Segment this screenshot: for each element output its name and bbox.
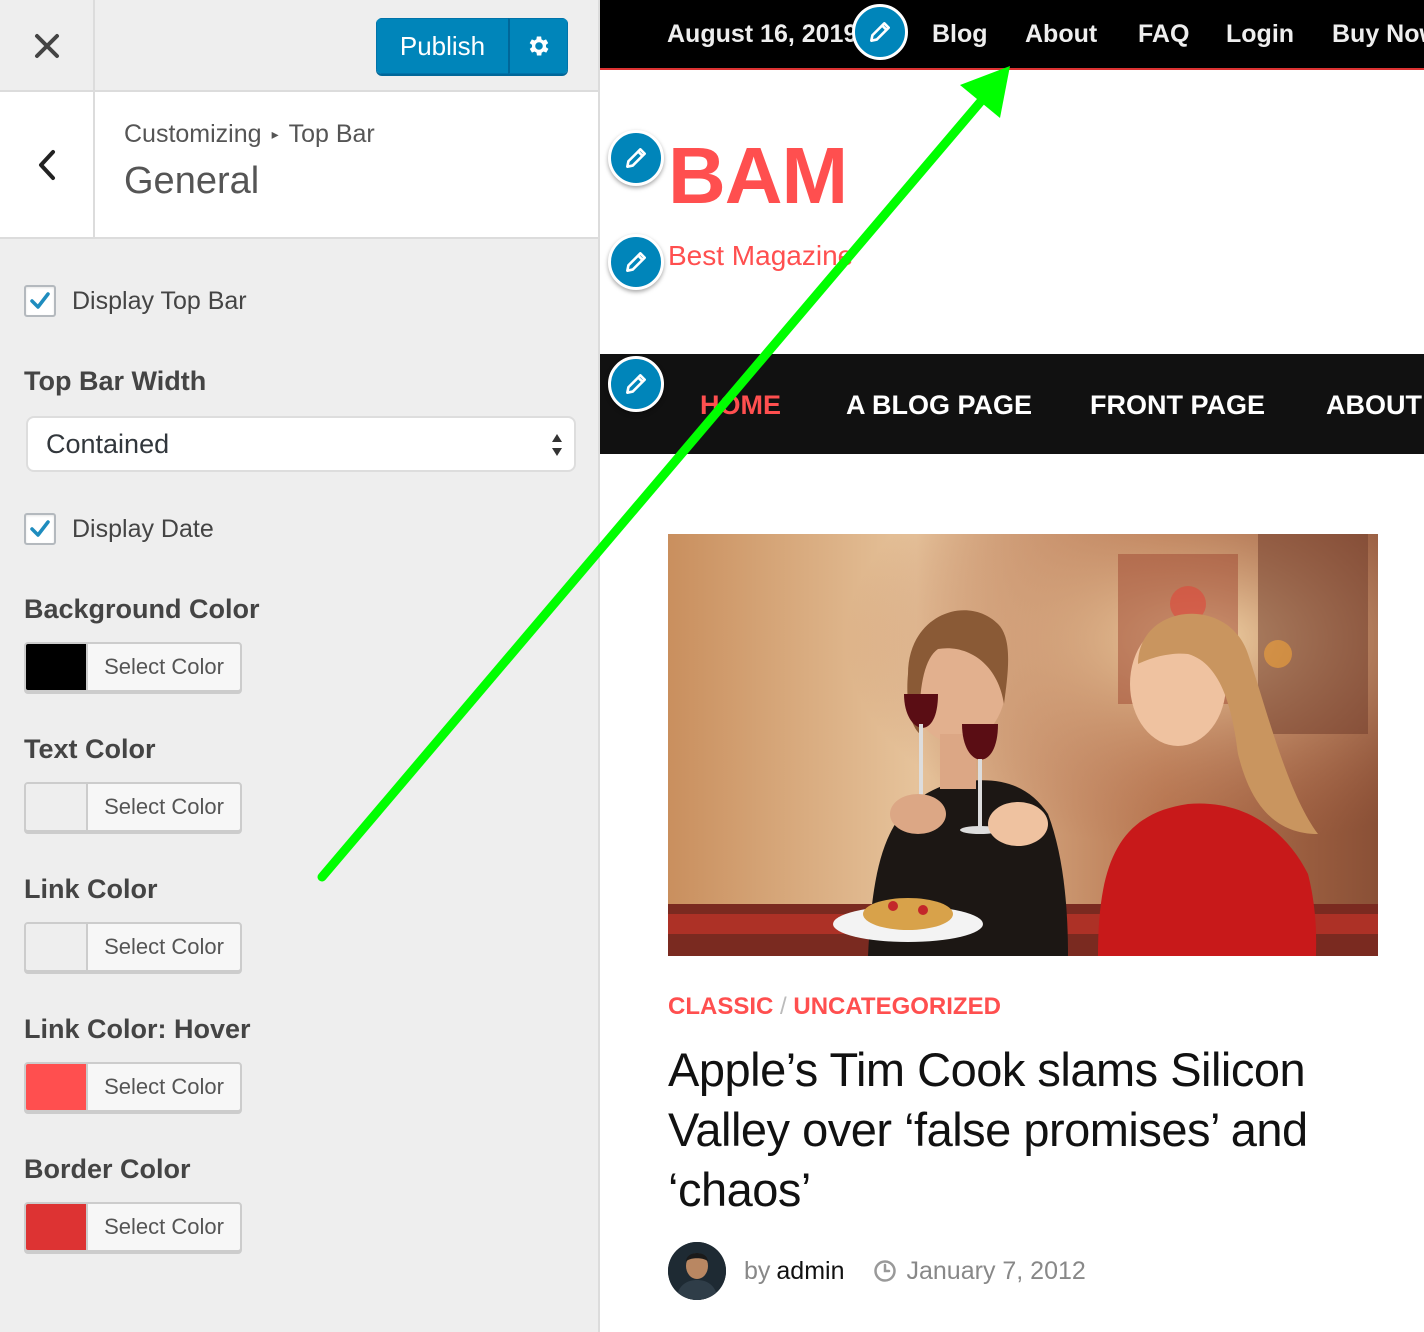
top-bar-width-select[interactable]: Contained [26,416,576,472]
background-color-title: Background Color [24,594,260,624]
top-bar-link-login[interactable]: Login [1226,20,1294,49]
top-bar-width-title: Top Bar Width [24,366,207,396]
post-author[interactable]: admin [776,1257,844,1286]
pencil-icon [626,252,646,272]
post-categories: CLASSIC / UNCATEGORIZED [668,993,1001,1021]
text-color-swatch [26,784,88,830]
text-color-button[interactable]: Select Color [24,782,242,832]
top-bar: August 16, 2019 Blog About FAQ Login Buy… [600,0,1424,70]
back-button[interactable] [0,92,95,238]
gear-icon [529,36,548,56]
display-top-bar-control: Display Top Bar [24,285,247,317]
link-color-button[interactable]: Select Color [24,922,242,972]
pencil-icon [626,148,646,168]
nav-item-home[interactable]: HOME [700,390,781,421]
close-icon [34,33,59,58]
border-color-button[interactable]: Select Color [24,1202,242,1252]
section-header: Customizing ▸ Top Bar General [0,92,598,239]
post-meta: by admin January 7, 2012 [668,1242,1086,1300]
category-separator: / [780,993,787,1020]
close-button[interactable] [0,0,95,91]
select-color-label: Select Color [104,794,224,819]
nav-item-about[interactable]: ABOUT [1326,390,1422,421]
featured-photo [668,534,1378,956]
main-navigation: HOME A BLOG PAGE FRONT PAGE ABOUT [600,354,1424,454]
site-title[interactable]: BAM [668,130,848,222]
background-color-swatch [26,644,88,690]
display-top-bar-checkbox[interactable] [24,285,56,317]
pencil-icon [626,374,646,394]
pencil-icon [870,22,890,42]
link-color-swatch [26,924,88,970]
category-link-uncategorized[interactable]: UNCATEGORIZED [793,993,1001,1020]
site-preview: August 16, 2019 Blog About FAQ Login Buy… [600,0,1424,1332]
select-color-label: Select Color [104,1214,224,1239]
link-hover-color-button[interactable]: Select Color [24,1062,242,1112]
tagline-edit-shortcut[interactable] [608,234,664,290]
display-date-label: Display Date [72,514,214,543]
text-color-title: Text Color [24,734,156,764]
breadcrumb: Customizing ▸ Top Bar [124,120,375,149]
site-title-edit-shortcut[interactable] [608,130,664,186]
customizer-header: Publish [0,0,598,92]
customizer-panel: Publish Customizing ▸ Top Bar General Di… [0,0,600,1332]
publish-button-group: Publish [376,18,568,74]
select-color-label: Select Color [104,654,224,679]
avatar [668,1242,726,1300]
nav-item-front-page[interactable]: FRONT PAGE [1090,390,1265,421]
border-color-swatch [26,1204,88,1250]
post-by-label: by [744,1256,771,1285]
border-color-title: Border Color [24,1154,191,1184]
site-tagline: Best Magazine [668,240,854,271]
link-hover-color-swatch [26,1064,88,1110]
main-nav-edit-shortcut[interactable] [608,356,664,412]
post-date: January 7, 2012 [906,1256,1086,1285]
breadcrumb-separator-icon: ▸ [271,126,279,142]
top-bar-date: August 16, 2019 [667,20,858,48]
link-hover-color-title: Link Color: Hover [24,1014,251,1044]
background-color-button[interactable]: Select Color [24,642,242,692]
nav-item-a-blog-page[interactable]: A BLOG PAGE [846,390,1032,421]
display-date-checkbox[interactable] [24,513,56,545]
select-color-label: Select Color [104,1074,224,1099]
checkmark-icon [30,292,50,309]
publish-button[interactable]: Publish [376,18,508,74]
display-top-bar-label: Display Top Bar [72,286,247,315]
breadcrumb-root: Customizing [124,120,262,148]
publish-settings-button[interactable] [508,18,568,74]
checkmark-icon [30,520,50,537]
chevron-left-icon [38,150,55,180]
featured-image[interactable] [668,534,1378,956]
section-title: General [124,160,260,202]
display-date-control: Display Date [24,513,214,545]
top-bar-link-buy-now[interactable]: Buy Now [1332,20,1424,49]
top-bar-width-value: Contained [46,428,170,459]
breadcrumb-parent: Top Bar [288,120,375,148]
top-bar-link-blog[interactable]: Blog [932,20,988,49]
post-title[interactable]: Apple’s Tim Cook slams Silicon Valley ov… [668,1040,1408,1220]
select-color-label: Select Color [104,934,224,959]
top-bar-edit-shortcut[interactable] [852,4,908,60]
top-bar-link-faq[interactable]: FAQ [1138,20,1189,49]
top-bar-link-about[interactable]: About [1025,20,1097,49]
select-arrows-icon [552,434,562,456]
clock-icon [873,1259,897,1283]
category-link-classic[interactable]: CLASSIC [668,993,773,1020]
link-color-title: Link Color [24,874,158,904]
